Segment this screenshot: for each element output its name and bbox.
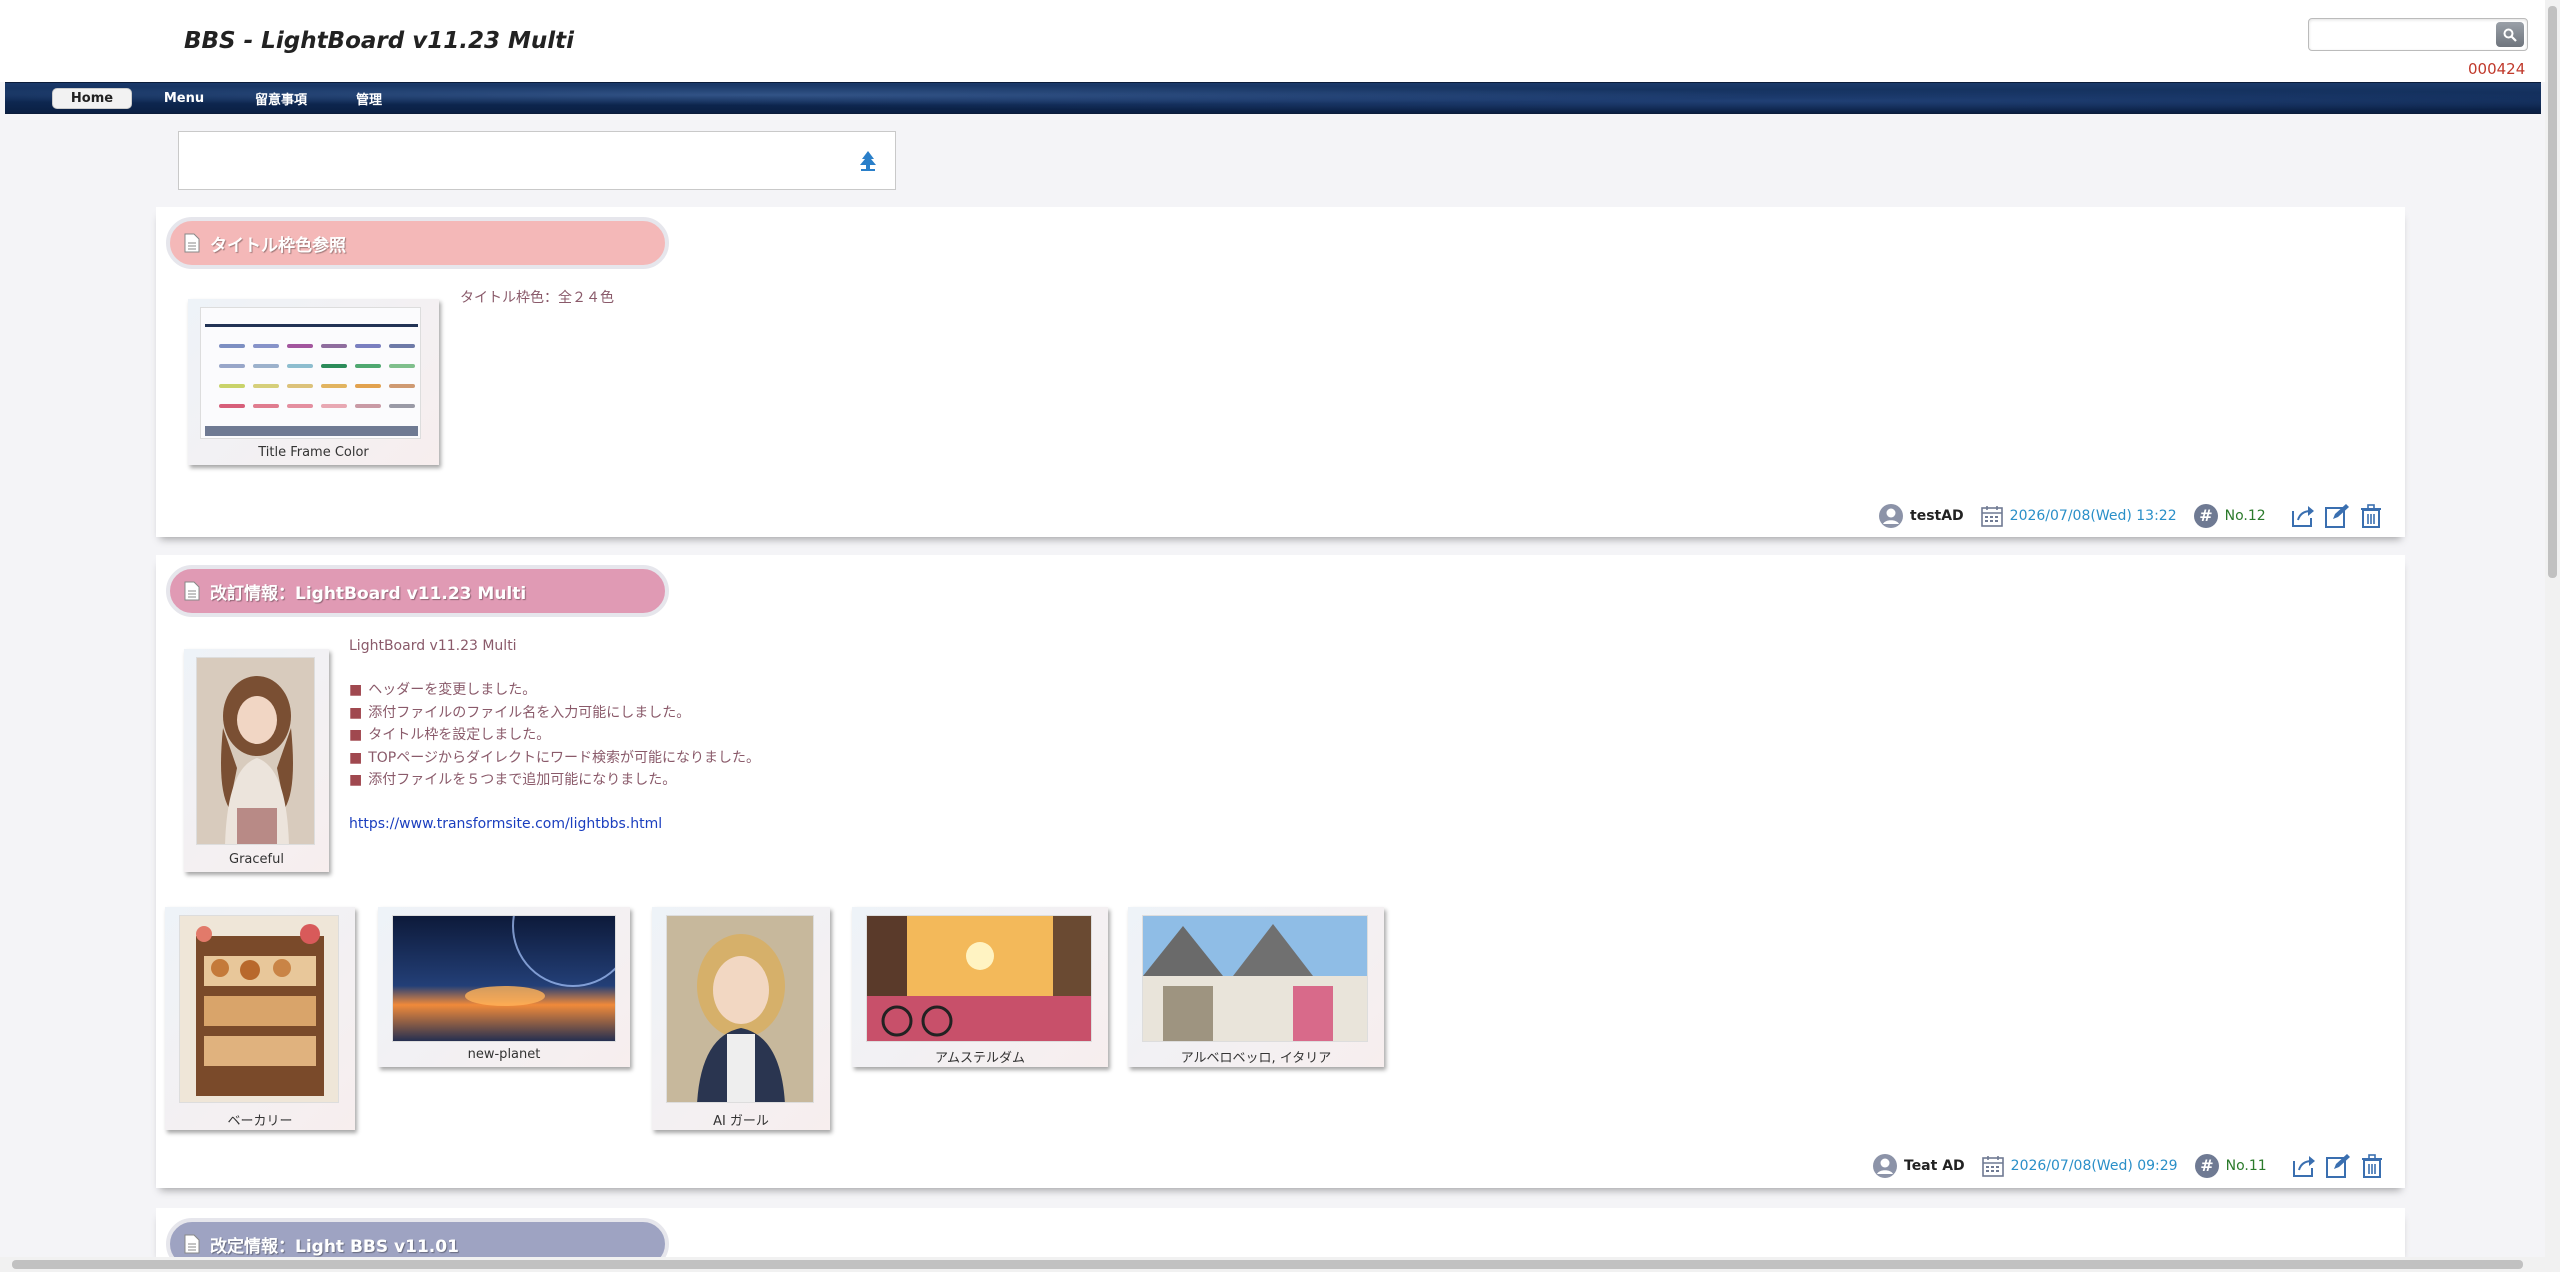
list-item: ■ TOPページからダイレクトにワード検索が可能になりました。 xyxy=(349,749,760,766)
attachment-caption: アムステルダム xyxy=(934,1051,1026,1066)
trash-icon[interactable] xyxy=(2359,1153,2385,1179)
hash-icon: # xyxy=(2193,504,2218,528)
calendar-icon xyxy=(1980,506,2003,527)
post-user: Teat AD xyxy=(1904,1158,1965,1174)
post-number: No.12 xyxy=(2224,508,2266,524)
search-input[interactable] xyxy=(2308,18,2528,51)
hash-icon: # xyxy=(2194,1154,2219,1178)
post-date: 2026/07/08(Wed) 09:29 xyxy=(2010,1158,2178,1174)
trash-icon[interactable] xyxy=(2358,503,2384,529)
tree-icon xyxy=(860,151,876,171)
document-icon xyxy=(184,1234,200,1254)
user-icon xyxy=(1879,504,1903,528)
post-body: LightBoard v11.23 Multi ■ ヘッダーを変更しました。 ■ 添… xyxy=(349,635,760,836)
header: BBS - LightBoard v11.23 Multi 000424 xyxy=(0,0,2545,82)
vertical-scrollbar-thumb[interactable] xyxy=(2548,6,2557,578)
document-icon xyxy=(184,233,200,253)
post-date: 2026/07/08(Wed) 13:22 xyxy=(2009,508,2177,524)
list-item: ■ 添付ファイルのファイル名を入力可能にしました。 xyxy=(349,704,691,721)
post-title: 改定情報：Light BBS v11.01 xyxy=(210,1236,459,1257)
attachment-image xyxy=(179,915,339,1103)
post-title: 改訂情報：LightBoard v11.23 Multi xyxy=(210,583,527,604)
search-icon xyxy=(2503,28,2517,42)
thumbnail-image xyxy=(196,657,315,845)
alberobello-image xyxy=(1143,916,1367,1041)
post-body-heading: LightBoard v11.23 Multi xyxy=(349,638,517,654)
attachment-image xyxy=(1142,915,1368,1042)
thumbnail-caption: Title Frame Color xyxy=(258,445,369,460)
user-icon xyxy=(1873,1154,1897,1178)
attachment-image xyxy=(866,915,1092,1042)
nav-menu[interactable]: Menu xyxy=(153,88,215,109)
svg-text:#: # xyxy=(2200,1156,2213,1175)
post-title-frame: 改訂情報：LightBoard v11.23 Multi xyxy=(166,565,669,617)
attachment-caption: new-planet xyxy=(467,1047,541,1062)
list-item: ■ タイトル枠を設定しました。 xyxy=(349,727,551,744)
new-planet-image xyxy=(393,916,615,1041)
thumbnail-image xyxy=(200,307,421,439)
post-title-frame: タイトル枠色参照 xyxy=(166,217,669,269)
nav-notes[interactable]: 留意事項 xyxy=(241,88,321,109)
nav-home[interactable]: Home xyxy=(52,88,132,109)
list-item: ■ ヘッダーを変更しました。 xyxy=(349,682,537,699)
attachment-thumb[interactable]: アムステルダム xyxy=(852,907,1108,1067)
title-color-grid-image xyxy=(201,308,420,438)
horizontal-scrollbar-thumb[interactable] xyxy=(12,1260,2523,1269)
attachment-thumb[interactable]: アルベロベッロ, イタリア xyxy=(1128,907,1384,1067)
post-card: 改訂情報：LightBoard v11.23 Multi Graceful Li… xyxy=(156,555,2405,1188)
notice-box xyxy=(178,131,896,190)
girl-portrait-image xyxy=(197,658,314,844)
post-link[interactable]: https://www.transformsite.com/lightbbs.h… xyxy=(349,816,662,832)
post-meta: testAD 2026/07/08(Wed) 13:22 # No.12 xyxy=(1878,503,2384,529)
post-user: testAD xyxy=(1910,508,1964,524)
post-body: タイトル枠色：全２４色 xyxy=(460,290,614,306)
attachment-image xyxy=(666,915,814,1103)
calendar-icon xyxy=(1981,1156,2004,1177)
edit-icon[interactable] xyxy=(2324,503,2350,529)
svg-text:#: # xyxy=(2199,506,2212,525)
ai-girl-image xyxy=(667,916,813,1102)
nav-bar: Home Menu 留意事項 管理 xyxy=(5,82,2541,114)
thumbnail-caption: Graceful xyxy=(229,852,284,867)
thumbnail[interactable]: Graceful xyxy=(184,649,329,872)
nav-admin[interactable]: 管理 xyxy=(341,88,397,109)
amsterdam-image xyxy=(867,916,1091,1041)
post-title: タイトル枠色参照 xyxy=(210,235,346,256)
attachment-caption: アルベロベッロ, イタリア xyxy=(1180,1051,1332,1066)
post-number: No.11 xyxy=(2225,1158,2267,1174)
site-title: BBS - LightBoard v11.23 Multi xyxy=(184,28,575,54)
share-icon[interactable] xyxy=(2290,503,2316,529)
thumbnail[interactable]: Title Frame Color xyxy=(188,299,439,465)
visitor-counter: 000424 xyxy=(2468,60,2526,78)
attachment-caption: ベーカリー xyxy=(227,1114,293,1129)
attachment-caption: AI ガール xyxy=(713,1114,769,1129)
post-card: 改定情報：Light BBS v11.01 xyxy=(156,1208,2405,1270)
bakery-image xyxy=(180,916,338,1102)
attachment-thumb[interactable]: AI ガール xyxy=(652,907,830,1130)
share-icon[interactable] xyxy=(2291,1153,2317,1179)
attachment-thumb[interactable]: ベーカリー xyxy=(165,907,355,1130)
post-meta: Teat AD 2026/07/08(Wed) 09:29 # No.11 xyxy=(1872,1153,2385,1179)
search-button[interactable] xyxy=(2496,22,2524,47)
document-icon xyxy=(184,581,200,601)
list-item: ■ 添付ファイルを５つまで追加可能になりました。 xyxy=(349,772,677,789)
attachment-thumb[interactable]: new-planet xyxy=(378,907,630,1067)
attachment-image xyxy=(392,915,616,1042)
edit-icon[interactable] xyxy=(2325,1153,2351,1179)
post-card: タイトル枠色参照 Title Frame Color タイトル枠色：全２４色 t… xyxy=(156,207,2405,537)
